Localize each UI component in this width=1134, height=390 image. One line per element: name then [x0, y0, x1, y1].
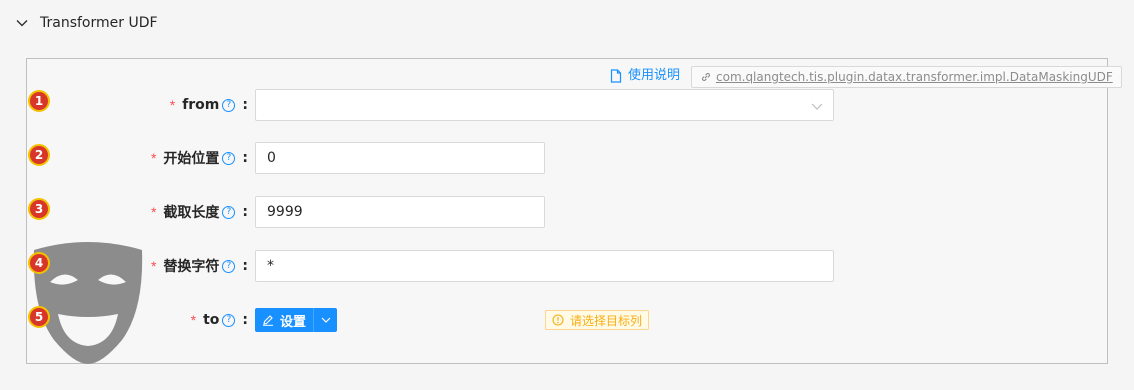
chevron-down-icon[interactable] — [16, 17, 28, 29]
length-input[interactable]: 9999 — [255, 196, 545, 228]
start-label: * 开始位置 ? : — [151, 143, 248, 173]
target-column-warning: 请选择目标列 — [545, 310, 650, 330]
set-button[interactable]: 设置 — [255, 308, 314, 332]
plugin-class-name: com.qlangtech.tis.plugin.datax.transform… — [716, 70, 1113, 84]
step-badge-4: 4 — [28, 252, 50, 274]
to-label-text: to — [203, 312, 220, 328]
label-colon: : — [242, 150, 248, 166]
replace-char-input[interactable]: * — [255, 250, 834, 282]
label-colon: : — [242, 312, 248, 328]
label-colon: : — [242, 97, 248, 113]
from-label-text: from — [182, 97, 220, 113]
required-mark: * — [169, 97, 176, 113]
required-mark: * — [190, 312, 197, 328]
start-position-input[interactable]: 0 — [255, 142, 545, 174]
to-label: * to ? : — [191, 305, 248, 335]
length-label-text: 截取长度 — [163, 205, 220, 221]
chevron-down-icon — [811, 103, 823, 110]
warning-icon — [552, 314, 564, 326]
set-dropdown-button[interactable] — [313, 308, 338, 332]
step-badge-3: 3 — [28, 198, 50, 220]
plugin-class-tag[interactable]: com.qlangtech.tis.plugin.datax.transform… — [691, 66, 1122, 88]
label-colon: : — [242, 204, 248, 220]
usage-doc-link[interactable]: 使用说明 — [610, 68, 680, 84]
length-label: * 截取长度 ? : — [151, 197, 248, 227]
link-icon — [701, 72, 711, 82]
from-label: * from ? : — [170, 90, 248, 120]
length-value: 9999 — [267, 204, 303, 220]
step-badge-5: 5 — [28, 306, 50, 328]
file-icon — [610, 69, 622, 83]
label-colon: : — [242, 258, 248, 274]
usage-doc-label: 使用说明 — [628, 68, 681, 83]
from-select[interactable] — [255, 89, 834, 121]
help-icon[interactable]: ? — [222, 313, 236, 327]
required-mark: * — [150, 204, 157, 220]
help-icon[interactable]: ? — [222, 151, 236, 165]
required-mark: * — [150, 258, 157, 274]
start-position-value: 0 — [267, 150, 276, 166]
replace-char-value: * — [267, 258, 274, 274]
help-icon[interactable]: ? — [222, 205, 236, 219]
start-label-text: 开始位置 — [163, 151, 220, 167]
set-button-label: 设置 — [280, 314, 307, 330]
step-badge-1: 1 — [28, 90, 50, 112]
chevron-down-icon — [321, 317, 330, 323]
replace-label: * 替换字符 ? : — [151, 251, 248, 281]
set-button-group: 设置 — [255, 308, 338, 332]
help-icon[interactable]: ? — [222, 259, 236, 273]
replace-label-text: 替换字符 — [163, 259, 220, 275]
section-header[interactable]: Transformer UDF — [0, 0, 1134, 46]
step-badge-2: 2 — [28, 144, 50, 166]
warning-text: 请选择目标列 — [570, 313, 643, 328]
help-icon[interactable]: ? — [222, 98, 236, 112]
section-title: Transformer UDF — [40, 15, 158, 31]
edit-icon — [263, 315, 273, 326]
required-mark: * — [150, 150, 157, 166]
